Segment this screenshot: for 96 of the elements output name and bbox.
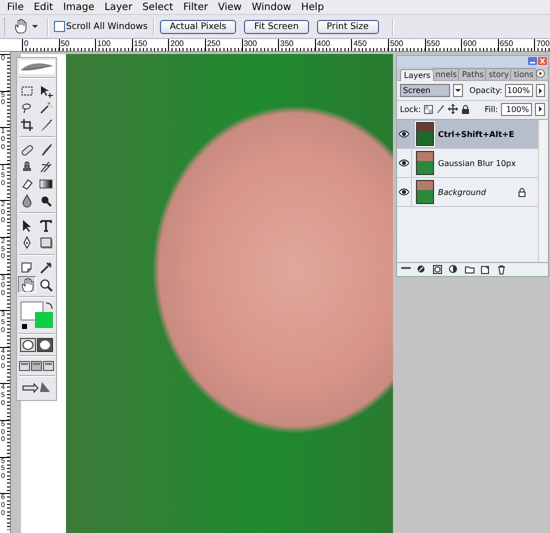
layer-name: Gaussian Blur 10px bbox=[438, 158, 517, 168]
layer-name: Background bbox=[438, 188, 487, 196]
color-swatches-icon bbox=[20, 301, 54, 330]
caret-icon bbox=[32, 25, 38, 28]
tool-button[interactable] bbox=[37, 217, 55, 234]
minimize-icon bbox=[528, 57, 537, 65]
screen-mode-icon bbox=[43, 360, 54, 372]
layer-thumbnail bbox=[416, 122, 434, 146]
close-icon bbox=[538, 57, 547, 65]
ruler-label: 500 bbox=[388, 39, 425, 51]
stamp-icon bbox=[20, 160, 34, 174]
adjustment-icon[interactable] bbox=[449, 264, 459, 274]
trash-icon[interactable] bbox=[497, 264, 507, 274]
layer-row[interactable]: Gaussian Blur 10px bbox=[397, 149, 538, 178]
eyedropper-icon bbox=[39, 260, 53, 274]
ruler-label: 50 bbox=[58, 39, 96, 51]
layer-thumbnail bbox=[416, 151, 434, 175]
chevron-down-icon bbox=[455, 89, 462, 92]
layer-style-icon[interactable] bbox=[417, 264, 427, 274]
panel-tab[interactable]: Layers bbox=[400, 69, 434, 81]
scroll-bar[interactable] bbox=[538, 120, 548, 262]
ruler-label: 550 bbox=[424, 39, 462, 51]
marquee-icon bbox=[20, 84, 34, 98]
panel-menu-icon bbox=[536, 69, 545, 78]
burn-icon bbox=[39, 194, 53, 208]
menu-item[interactable]: File bbox=[2, 2, 29, 12]
checkbox[interactable] bbox=[54, 21, 65, 32]
folder-icon[interactable] bbox=[465, 264, 475, 274]
zoom-button[interactable]: Actual Pixels bbox=[160, 20, 236, 34]
crop-icon bbox=[20, 118, 34, 132]
ruler-label: 150 bbox=[132, 39, 168, 51]
move-icon bbox=[39, 84, 53, 98]
slice-icon bbox=[39, 118, 53, 132]
note-icon bbox=[20, 260, 34, 274]
standard-mode-icon bbox=[20, 338, 36, 352]
layer-row[interactable]: Ctrl+Shift+Alt+E bbox=[397, 120, 538, 149]
menu-item[interactable]: Edit bbox=[28, 2, 58, 12]
ruler-label: 250 bbox=[204, 39, 242, 51]
ruler-label: 300 bbox=[242, 39, 278, 51]
zoom-icon bbox=[39, 278, 53, 292]
hand-icon bbox=[20, 278, 34, 292]
menu-item[interactable]: Select bbox=[137, 2, 178, 12]
tool-button[interactable] bbox=[18, 116, 36, 133]
zoom-button[interactable]: Print Size bbox=[316, 20, 379, 34]
menu-item[interactable]: Help bbox=[296, 2, 329, 12]
gradient-icon bbox=[39, 176, 53, 190]
panel-tab[interactable]: story bbox=[484, 68, 513, 80]
menu-item[interactable]: Filter bbox=[178, 2, 213, 12]
mask-icon[interactable] bbox=[433, 264, 443, 274]
ruler-label: 200 bbox=[168, 39, 205, 51]
checkbox-label: Scroll All Windows bbox=[66, 22, 148, 32]
caret-right-icon bbox=[538, 106, 542, 112]
menu-item[interactable]: Layer bbox=[99, 2, 138, 12]
lock-label: Lock: bbox=[400, 104, 421, 114]
ruler-label: 700 bbox=[534, 39, 550, 51]
menu-item[interactable]: View bbox=[212, 2, 247, 12]
lock-transparency-icon bbox=[424, 104, 433, 114]
menu-item[interactable]: Image bbox=[58, 2, 100, 12]
type-icon bbox=[39, 218, 53, 232]
ruler-label: 400 bbox=[314, 39, 352, 51]
eraser-icon bbox=[20, 176, 34, 190]
drop-icon bbox=[20, 194, 34, 208]
quick-mask-icon bbox=[37, 338, 53, 352]
layer-name: Ctrl+Shift+Alt+E bbox=[438, 130, 516, 138]
jump-to-icon bbox=[22, 380, 52, 394]
opacity-field[interactable]: 100% bbox=[505, 84, 533, 97]
ruler-label: 0 bbox=[22, 39, 59, 51]
move-icon bbox=[448, 104, 458, 114]
panel-tab[interactable]: tions bbox=[510, 68, 538, 80]
brush-icon bbox=[39, 142, 53, 156]
hand-tool-icon bbox=[13, 19, 27, 34]
tool-button[interactable] bbox=[18, 276, 36, 293]
ruler-label: 100 bbox=[95, 39, 132, 51]
magic-wand-icon bbox=[39, 100, 53, 114]
ruler-label: 450 bbox=[351, 39, 388, 51]
opacity-label: Opacity: bbox=[469, 86, 502, 95]
rectangle-icon bbox=[39, 236, 53, 250]
fill-field[interactable]: 100% bbox=[501, 102, 532, 116]
blend-mode-dropdown[interactable]: Screen bbox=[400, 84, 450, 97]
ruler-label: 650 bbox=[498, 39, 534, 51]
screen-mode-icon bbox=[19, 360, 30, 372]
zoom-button[interactable]: Fit Screen bbox=[244, 20, 309, 34]
lock-icon bbox=[460, 104, 470, 114]
layer-row[interactable]: Background bbox=[397, 178, 538, 207]
fill-label: Fill: bbox=[484, 104, 498, 114]
caret-right-icon bbox=[538, 88, 542, 94]
screen-mode-icon bbox=[31, 360, 42, 372]
feather-logo-icon bbox=[18, 60, 54, 74]
layer-thumbnail bbox=[416, 180, 434, 204]
history-brush-icon bbox=[39, 160, 53, 174]
brush-icon bbox=[436, 104, 445, 114]
new-layer-icon[interactable] bbox=[481, 264, 491, 274]
panel-tab[interactable]: Paths bbox=[458, 68, 488, 80]
ruler-label: 350 bbox=[278, 39, 315, 51]
menu-item[interactable]: Window bbox=[246, 2, 296, 12]
ruler-label: 600 bbox=[461, 39, 498, 51]
